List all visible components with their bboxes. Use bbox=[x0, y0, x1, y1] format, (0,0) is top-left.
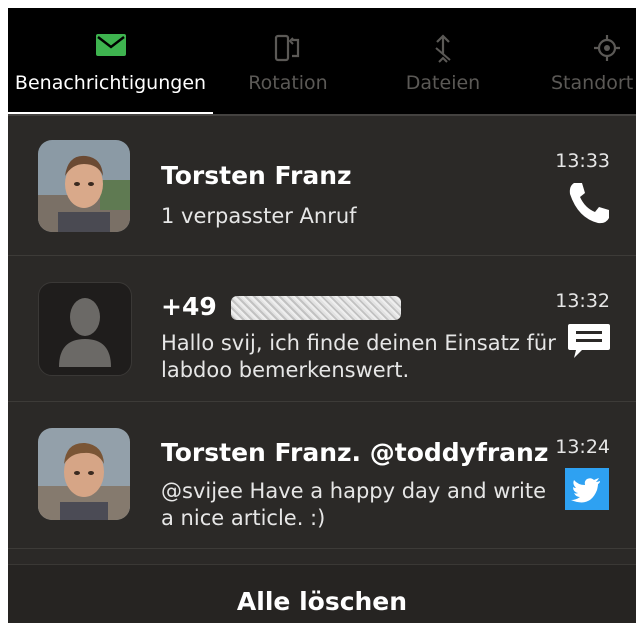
clear-all-button[interactable]: Alle löschen bbox=[8, 564, 636, 623]
avatar bbox=[38, 282, 132, 376]
notification-time: 13:32 bbox=[555, 290, 610, 312]
tab-files[interactable]: Dateien bbox=[363, 8, 523, 114]
avatar bbox=[38, 140, 130, 232]
tab-location[interactable]: Standort bbox=[523, 8, 636, 114]
notification-panel: Benachrichtigungen Rotation Dateien Stan… bbox=[8, 8, 636, 623]
tab-label: Benachrichtigungen bbox=[14, 72, 207, 94]
notification-body: @svijee Have a happy day and write a nic… bbox=[161, 479, 547, 530]
location-icon bbox=[593, 34, 621, 66]
notification-time: 13:33 bbox=[555, 150, 610, 172]
transfer-icon bbox=[430, 34, 456, 68]
twitter-icon bbox=[565, 468, 609, 514]
tab-rotation[interactable]: Rotation bbox=[213, 8, 363, 114]
message-icon bbox=[566, 322, 612, 366]
tab-label: Rotation bbox=[248, 72, 328, 94]
notification-item[interactable]: Torsten Franz. @toddyfranz @svijee Have … bbox=[8, 402, 636, 548]
avatar bbox=[38, 428, 130, 520]
notification-title: +49 bbox=[161, 292, 402, 321]
phone-icon bbox=[566, 180, 612, 230]
tab-label: Standort bbox=[551, 72, 634, 94]
indicator-tab-bar: Benachrichtigungen Rotation Dateien Stan… bbox=[8, 8, 636, 115]
notification-body: Hallo svij, ich finde deinen Einsatz für… bbox=[161, 331, 556, 382]
tab-label: Dateien bbox=[405, 72, 481, 94]
tab-notifications[interactable]: Benachrichtigungen bbox=[8, 8, 213, 114]
redacted-phone-number bbox=[231, 296, 402, 320]
divider bbox=[8, 548, 636, 549]
notification-time: 13:24 bbox=[555, 436, 610, 458]
rotation-lock-icon bbox=[274, 34, 302, 66]
notification-title: Torsten Franz bbox=[161, 161, 352, 190]
clear-all-label: Alle löschen bbox=[236, 587, 408, 616]
notification-item[interactable]: Torsten Franz 1 verpasster Anruf 13:33 bbox=[8, 116, 636, 256]
notification-body: 1 verpasster Anruf bbox=[161, 204, 357, 228]
notification-title: Torsten Franz. @toddyfranz bbox=[161, 438, 549, 467]
envelope-icon bbox=[95, 34, 126, 60]
notification-item[interactable]: +49 Hallo svij, ich finde deinen Einsatz… bbox=[8, 256, 636, 401]
